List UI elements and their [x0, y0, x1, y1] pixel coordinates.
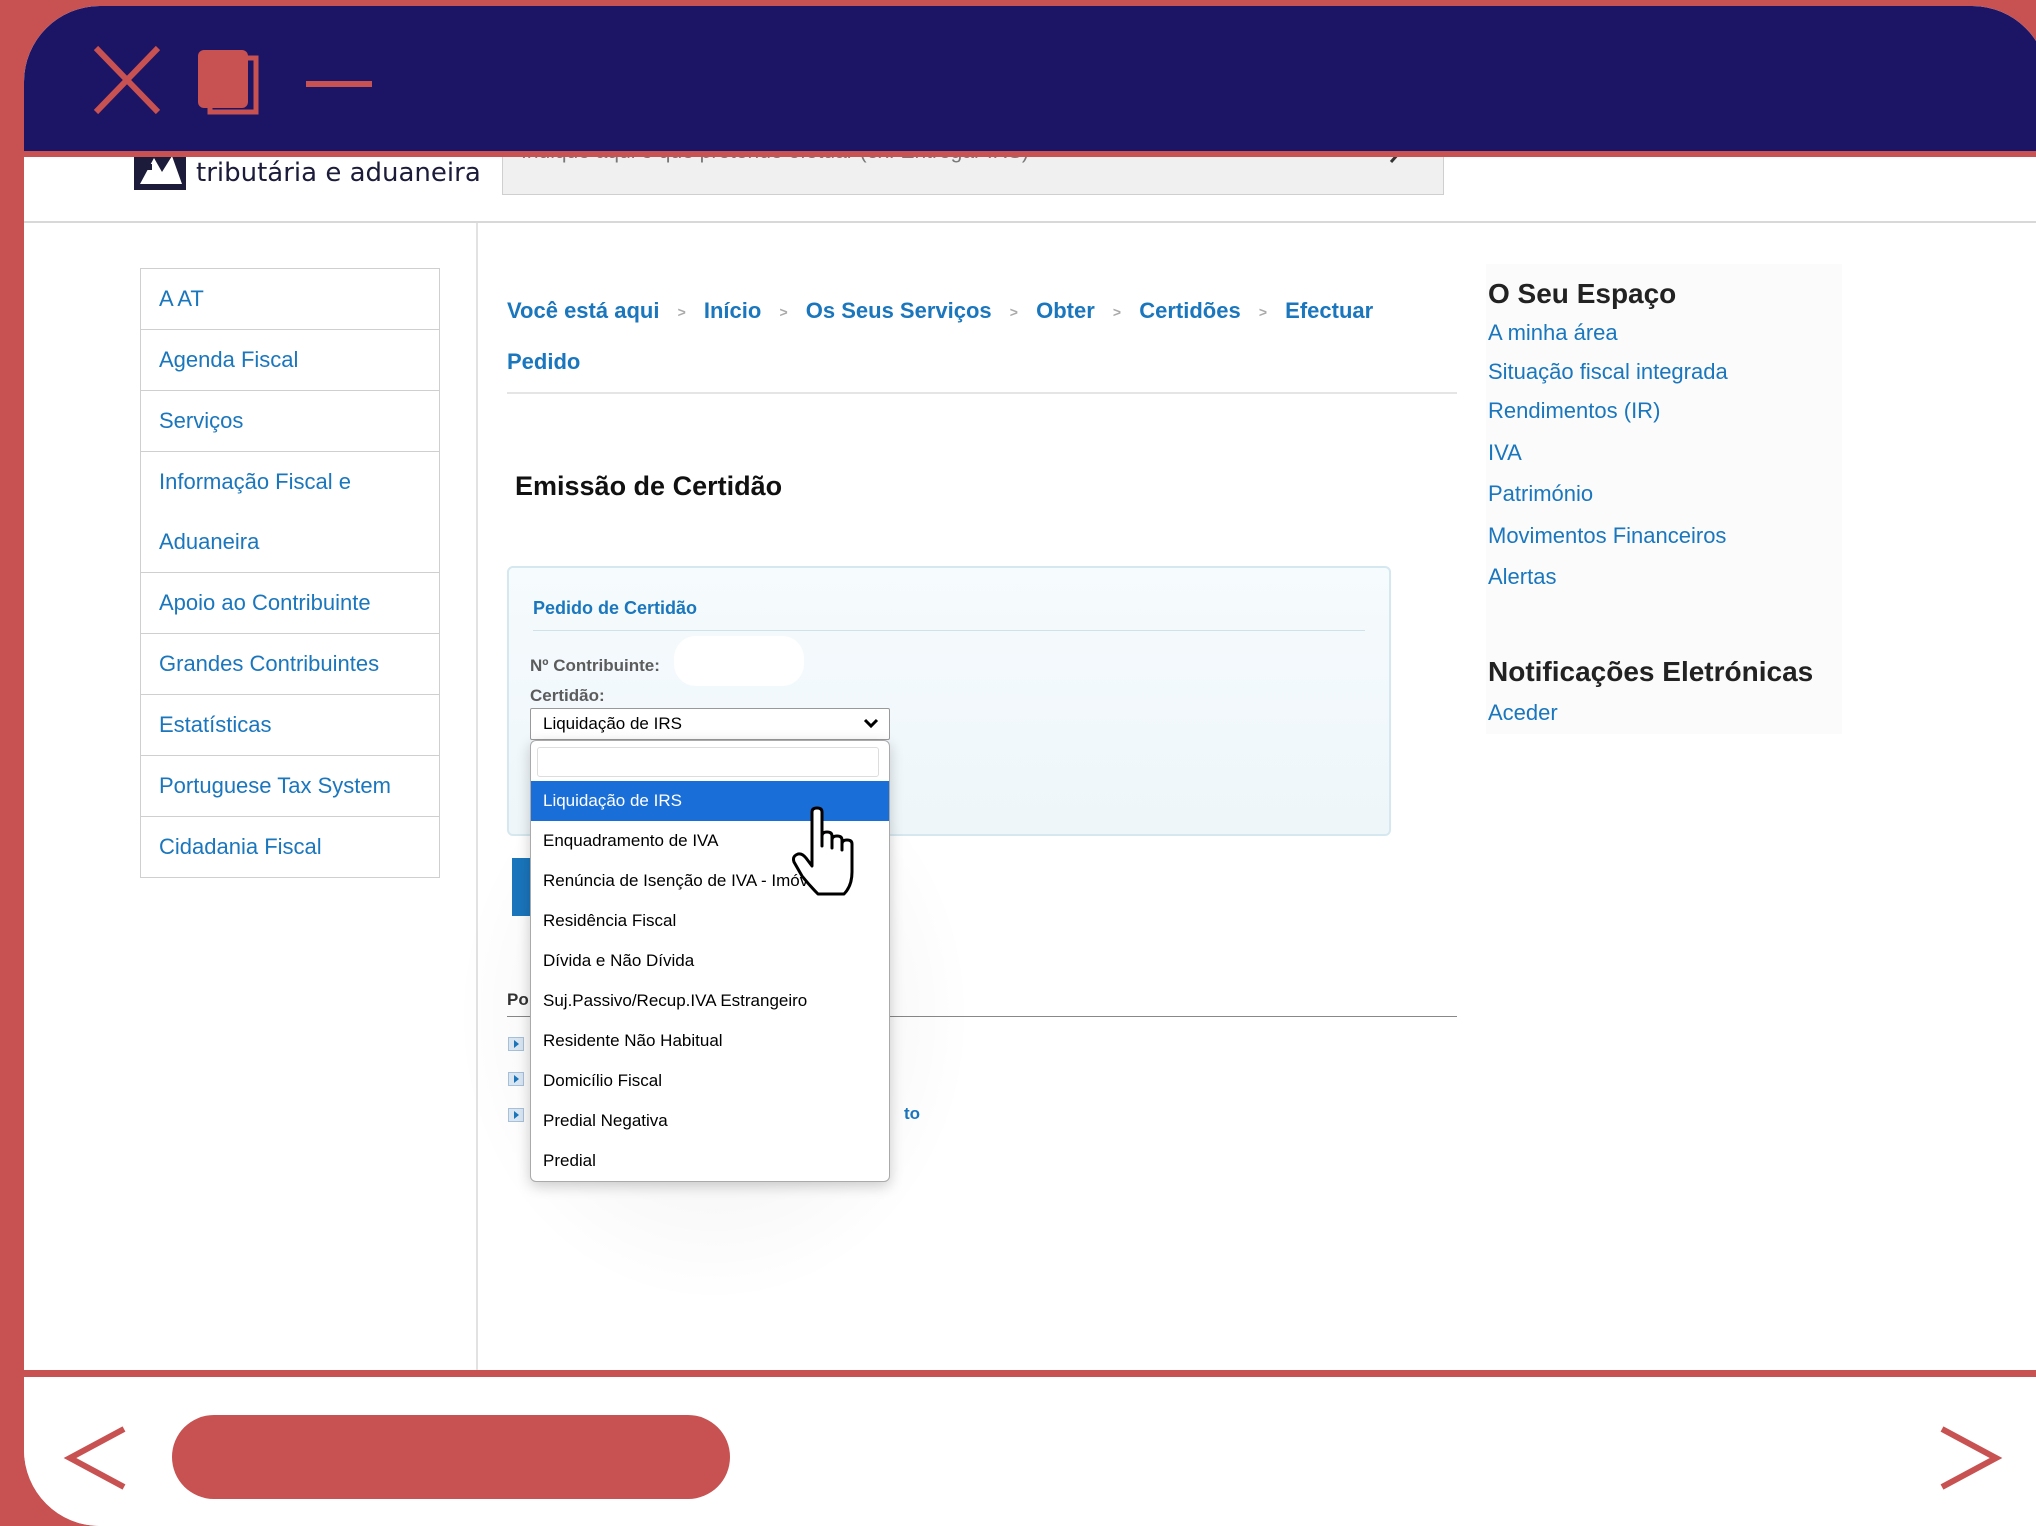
- close-icon[interactable]: [92, 44, 162, 116]
- link-movimentos-financeiros[interactable]: Movimentos Financeiros: [1488, 523, 1726, 549]
- browser-bottom-bar: [24, 1370, 2036, 1526]
- page-content: autoridade tributária e aduaneira Indiqu…: [24, 6, 2036, 1383]
- panel-title: Pedido de Certidão: [533, 598, 698, 618]
- link-situacao-fiscal[interactable]: Situação fiscal integrada: [1488, 359, 1728, 385]
- breadcrumb-servicos[interactable]: Os Seus Serviços: [806, 298, 992, 323]
- nav-item-a-at[interactable]: A AT: [141, 269, 439, 330]
- link-iva[interactable]: IVA: [1488, 440, 1522, 466]
- breadcrumb-inicio[interactable]: Início: [704, 298, 761, 323]
- nav-item-estatisticas[interactable]: Estatísticas: [141, 695, 439, 756]
- breadcrumb-efectuar[interactable]: Efectuar: [1285, 298, 1373, 323]
- chevron-right-icon[interactable]: [1934, 1425, 2004, 1491]
- nav-item-informacao-fiscal[interactable]: Informação Fiscal e Aduaneira: [141, 452, 439, 573]
- nav-item-apoio-contribuinte[interactable]: Apoio ao Contribuinte: [141, 573, 439, 634]
- breadcrumb-separator-icon: >: [779, 303, 788, 320]
- link-patrimonio[interactable]: Património: [1488, 481, 1593, 507]
- right-sidebar: O Seu Espaço A minha área Situação fisca…: [1486, 264, 1842, 734]
- link-minha-area[interactable]: A minha área: [1488, 320, 1618, 346]
- breadcrumb-divider: [507, 392, 1457, 394]
- breadcrumb-certidoes[interactable]: Certidões: [1139, 298, 1240, 323]
- breadcrumb-separator-icon: >: [1009, 303, 1018, 320]
- nif-value-redacted: [674, 636, 804, 686]
- dropdown-option-predial[interactable]: Predial: [531, 1141, 889, 1181]
- panel-divider: [533, 630, 1365, 631]
- browser-window: autoridade tributária e aduaneira Indiqu…: [24, 6, 2036, 1526]
- hand-pointer-icon: [792, 806, 854, 896]
- nav-item-cidadania-fiscal[interactable]: Cidadania Fiscal: [141, 817, 439, 877]
- dropdown-option-residencia-fiscal[interactable]: Residência Fiscal: [531, 901, 889, 941]
- nav-item-portuguese-tax-system[interactable]: Portuguese Tax System: [141, 756, 439, 817]
- space-title: O Seu Espaço: [1488, 278, 1677, 309]
- link-aceder[interactable]: Aceder: [1488, 700, 1558, 726]
- nav-item-informacao-line1: Informação Fiscal e: [159, 469, 351, 494]
- chevron-left-icon[interactable]: [62, 1425, 132, 1491]
- nav-item-grandes-contribuintes[interactable]: Grandes Contribuintes: [141, 634, 439, 695]
- dropdown-search-input[interactable]: [537, 747, 879, 777]
- breadcrumb: Você está aqui > Início > Os Seus Serviç…: [507, 286, 1457, 386]
- restore-icon[interactable]: [196, 48, 264, 120]
- breadcrumb-separator-icon: >: [1112, 303, 1122, 320]
- nav-item-servicos[interactable]: Serviços: [141, 391, 439, 452]
- dropdown-option-domicilio-fiscal[interactable]: Domicílio Fiscal: [531, 1061, 889, 1101]
- link-alertas[interactable]: Alertas: [1488, 564, 1556, 590]
- logo-line2: tributária e aduaneira: [196, 158, 481, 188]
- dropdown-option-predial-negativa[interactable]: Predial Negativa: [531, 1101, 889, 1141]
- nav-item-agenda-fiscal[interactable]: Agenda Fiscal: [141, 330, 439, 391]
- certidao-label: Certidão:: [530, 686, 605, 705]
- left-navigation: A AT Agenda Fiscal Serviços Informação F…: [140, 268, 440, 878]
- nif-label: Nº Contribuinte:: [530, 656, 660, 675]
- breadcrumb-pedido: Pedido: [507, 348, 581, 374]
- dropdown-option-divida[interactable]: Dívida e Não Dívida: [531, 941, 889, 981]
- breadcrumb-prefix: Você está aqui: [507, 298, 660, 323]
- page-title: Emissão de Certidão: [515, 471, 783, 501]
- breadcrumb-obter[interactable]: Obter: [1036, 298, 1095, 323]
- dropdown-option-residente-nao-habitual[interactable]: Residente Não Habitual: [531, 1021, 889, 1061]
- nav-item-informacao-line2: Aduaneira: [159, 529, 260, 554]
- notificacoes-title: Notificações Eletrónicas: [1488, 656, 1814, 687]
- breadcrumb-separator-icon: >: [1258, 303, 1268, 320]
- header-divider: [24, 221, 2036, 223]
- minimize-icon[interactable]: [304, 78, 374, 90]
- browser-titlebar: [24, 6, 2036, 157]
- address-bar[interactable]: [172, 1415, 730, 1499]
- breadcrumb-separator-icon: >: [677, 303, 686, 320]
- dropdown-option-suj-passivo[interactable]: Suj.Passivo/Recup.IVA Estrangeiro: [531, 981, 889, 1021]
- link-rendimentos[interactable]: Rendimentos (IR): [1488, 398, 1660, 424]
